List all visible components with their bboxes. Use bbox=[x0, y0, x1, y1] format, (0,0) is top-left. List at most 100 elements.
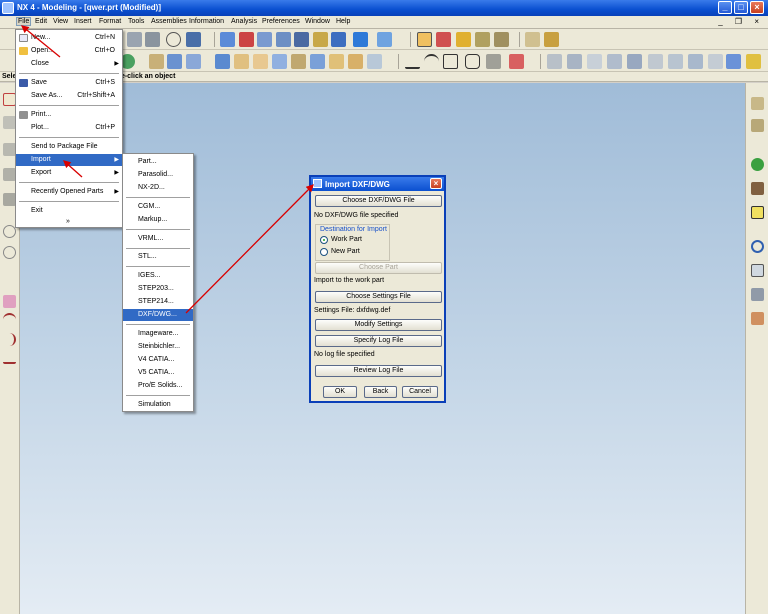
menu-item-plot[interactable]: Plot... Ctrl+P bbox=[16, 122, 122, 134]
history-icon[interactable] bbox=[751, 158, 764, 171]
slot-icon[interactable] bbox=[348, 54, 363, 69]
bridge-icon[interactable] bbox=[668, 54, 683, 69]
import-item-v4-catia[interactable]: V4 CATIA... bbox=[123, 354, 193, 366]
dialog-close-button[interactable]: × bbox=[430, 178, 442, 189]
roles-icon[interactable] bbox=[751, 182, 764, 195]
menu-format[interactable]: Format bbox=[99, 18, 121, 25]
curve-ops-icon[interactable] bbox=[509, 54, 524, 69]
import-item-stl[interactable]: STL... bbox=[123, 251, 193, 263]
wcs-display-icon[interactable] bbox=[494, 32, 509, 47]
constraint-icon[interactable] bbox=[3, 295, 16, 308]
extension-icon[interactable] bbox=[688, 54, 703, 69]
import-item-simulation[interactable]: Simulation bbox=[123, 399, 193, 411]
menu-item-close[interactable]: Close ▶ bbox=[16, 58, 122, 70]
import-item-iges[interactable]: IGES... bbox=[123, 270, 193, 282]
document-window-controls[interactable]: _ ❐ × bbox=[718, 17, 764, 26]
menu-item-recent-parts[interactable]: Recently Opened Parts ▶ bbox=[16, 186, 122, 198]
menu-item-import[interactable]: Import ▶ bbox=[16, 154, 122, 166]
choose-part-button[interactable]: Choose Part bbox=[315, 262, 442, 274]
pad-icon[interactable] bbox=[329, 54, 344, 69]
choose-settings-file-button[interactable]: Choose Settings File bbox=[315, 291, 442, 303]
import-item-nx2d[interactable]: NX-2D... bbox=[123, 182, 193, 194]
minimize-button[interactable]: _ bbox=[718, 1, 732, 14]
menu-item-save-as[interactable]: Save As... Ctrl+Shift+A bbox=[16, 90, 122, 102]
menu-assemblies[interactable]: Assemblies bbox=[151, 18, 187, 25]
menu-expand-more[interactable]: » bbox=[16, 216, 122, 228]
new-part-radio[interactable] bbox=[320, 248, 328, 256]
spline-icon[interactable] bbox=[486, 54, 501, 69]
surface-icon[interactable] bbox=[547, 54, 562, 69]
pan-icon[interactable] bbox=[313, 32, 328, 47]
sphere-icon[interactable] bbox=[272, 54, 287, 69]
copy-icon[interactable] bbox=[127, 32, 142, 47]
menu-item-send-to-package[interactable]: Send to Package File bbox=[16, 141, 122, 153]
menu-item-open[interactable]: Open... Ctrl+O bbox=[16, 45, 122, 57]
menu-item-print[interactable]: Print... bbox=[16, 109, 122, 121]
menu-analysis[interactable]: Analysis bbox=[231, 18, 257, 25]
through-curves-icon[interactable] bbox=[567, 54, 582, 69]
zoom-icon[interactable] bbox=[239, 32, 254, 47]
import-item-step203[interactable]: STEP203... bbox=[123, 283, 193, 295]
menu-window[interactable]: Window bbox=[305, 18, 330, 25]
wcs-icon[interactable] bbox=[436, 32, 451, 47]
menu-file[interactable]: File bbox=[16, 17, 32, 26]
nx-app-icon[interactable] bbox=[2, 2, 14, 14]
shell-icon[interactable] bbox=[708, 54, 723, 69]
manufacturing-wizards-icon[interactable] bbox=[751, 312, 764, 325]
line-icon[interactable] bbox=[405, 54, 420, 69]
menu-tools[interactable]: Tools bbox=[128, 18, 144, 25]
boss-icon[interactable] bbox=[291, 54, 306, 69]
revolve-icon[interactable] bbox=[167, 54, 182, 69]
measure-distance-icon[interactable] bbox=[525, 32, 540, 47]
import-item-part[interactable]: Part... bbox=[123, 156, 193, 168]
rotate-icon[interactable] bbox=[294, 32, 309, 47]
menu-preferences[interactable]: Preferences bbox=[262, 18, 300, 25]
close-window-button[interactable]: × bbox=[750, 1, 764, 14]
sew-icon[interactable] bbox=[648, 54, 663, 69]
trim-surface-icon[interactable] bbox=[627, 54, 642, 69]
swept-icon[interactable] bbox=[587, 54, 602, 69]
ellipse-icon[interactable] bbox=[3, 246, 16, 259]
fillet-icon[interactable] bbox=[3, 313, 16, 326]
help-icon[interactable] bbox=[751, 206, 764, 219]
maximize-button[interactable]: □ bbox=[734, 1, 748, 14]
pocket-icon[interactable] bbox=[310, 54, 325, 69]
menu-edit[interactable]: Edit bbox=[35, 18, 47, 25]
clock-icon[interactable] bbox=[751, 240, 764, 253]
import-item-proe-solids[interactable]: Pro/E Solids... bbox=[123, 380, 193, 392]
edit-feature-icon[interactable] bbox=[726, 54, 741, 69]
snap-point-icon[interactable] bbox=[417, 32, 432, 47]
wcs-rotate-icon[interactable] bbox=[475, 32, 490, 47]
arc-icon[interactable] bbox=[424, 54, 439, 69]
hole-icon[interactable] bbox=[186, 54, 201, 69]
choose-dxf-dwg-file-button[interactable]: Choose DXF/DWG File bbox=[315, 195, 442, 207]
plus-point-icon[interactable] bbox=[3, 261, 16, 274]
review-log-file-button[interactable]: Review Log File bbox=[315, 365, 442, 377]
shaded-cube-icon[interactable] bbox=[353, 32, 368, 47]
import-item-v5-catia[interactable]: V5 CATIA... bbox=[123, 367, 193, 379]
fit-icon[interactable] bbox=[220, 32, 235, 47]
menu-insert[interactable]: Insert bbox=[74, 18, 92, 25]
undo-icon[interactable] bbox=[166, 32, 181, 47]
point-icon[interactable] bbox=[443, 54, 458, 69]
import-item-markup[interactable]: Markup... bbox=[123, 214, 193, 226]
process-studio-icon[interactable] bbox=[751, 288, 764, 301]
measure-angle-icon[interactable] bbox=[544, 32, 559, 47]
cylinder-icon[interactable] bbox=[234, 54, 249, 69]
specify-log-file-button[interactable]: Specify Log File bbox=[315, 335, 442, 347]
import-item-parasolid[interactable]: Parasolid... bbox=[123, 169, 193, 181]
menu-view[interactable]: View bbox=[53, 18, 68, 25]
zoom-window-icon[interactable] bbox=[257, 32, 272, 47]
sketch-icon[interactable] bbox=[465, 54, 480, 69]
menu-information[interactable]: Information bbox=[189, 18, 224, 25]
work-part-radio[interactable] bbox=[320, 236, 328, 244]
groove-icon[interactable] bbox=[367, 54, 382, 69]
menu-item-export[interactable]: Export ▶ bbox=[16, 167, 122, 179]
back-button[interactable]: Back bbox=[364, 386, 397, 398]
cancel-button[interactable]: Cancel bbox=[402, 386, 438, 398]
menu-item-save[interactable]: Save Ctrl+S bbox=[16, 77, 122, 89]
ok-button[interactable]: OK bbox=[323, 386, 357, 398]
zoom-in-out-icon[interactable] bbox=[276, 32, 291, 47]
selection-filter-icon[interactable] bbox=[186, 32, 201, 47]
import-item-vrml[interactable]: VRML... bbox=[123, 233, 193, 245]
